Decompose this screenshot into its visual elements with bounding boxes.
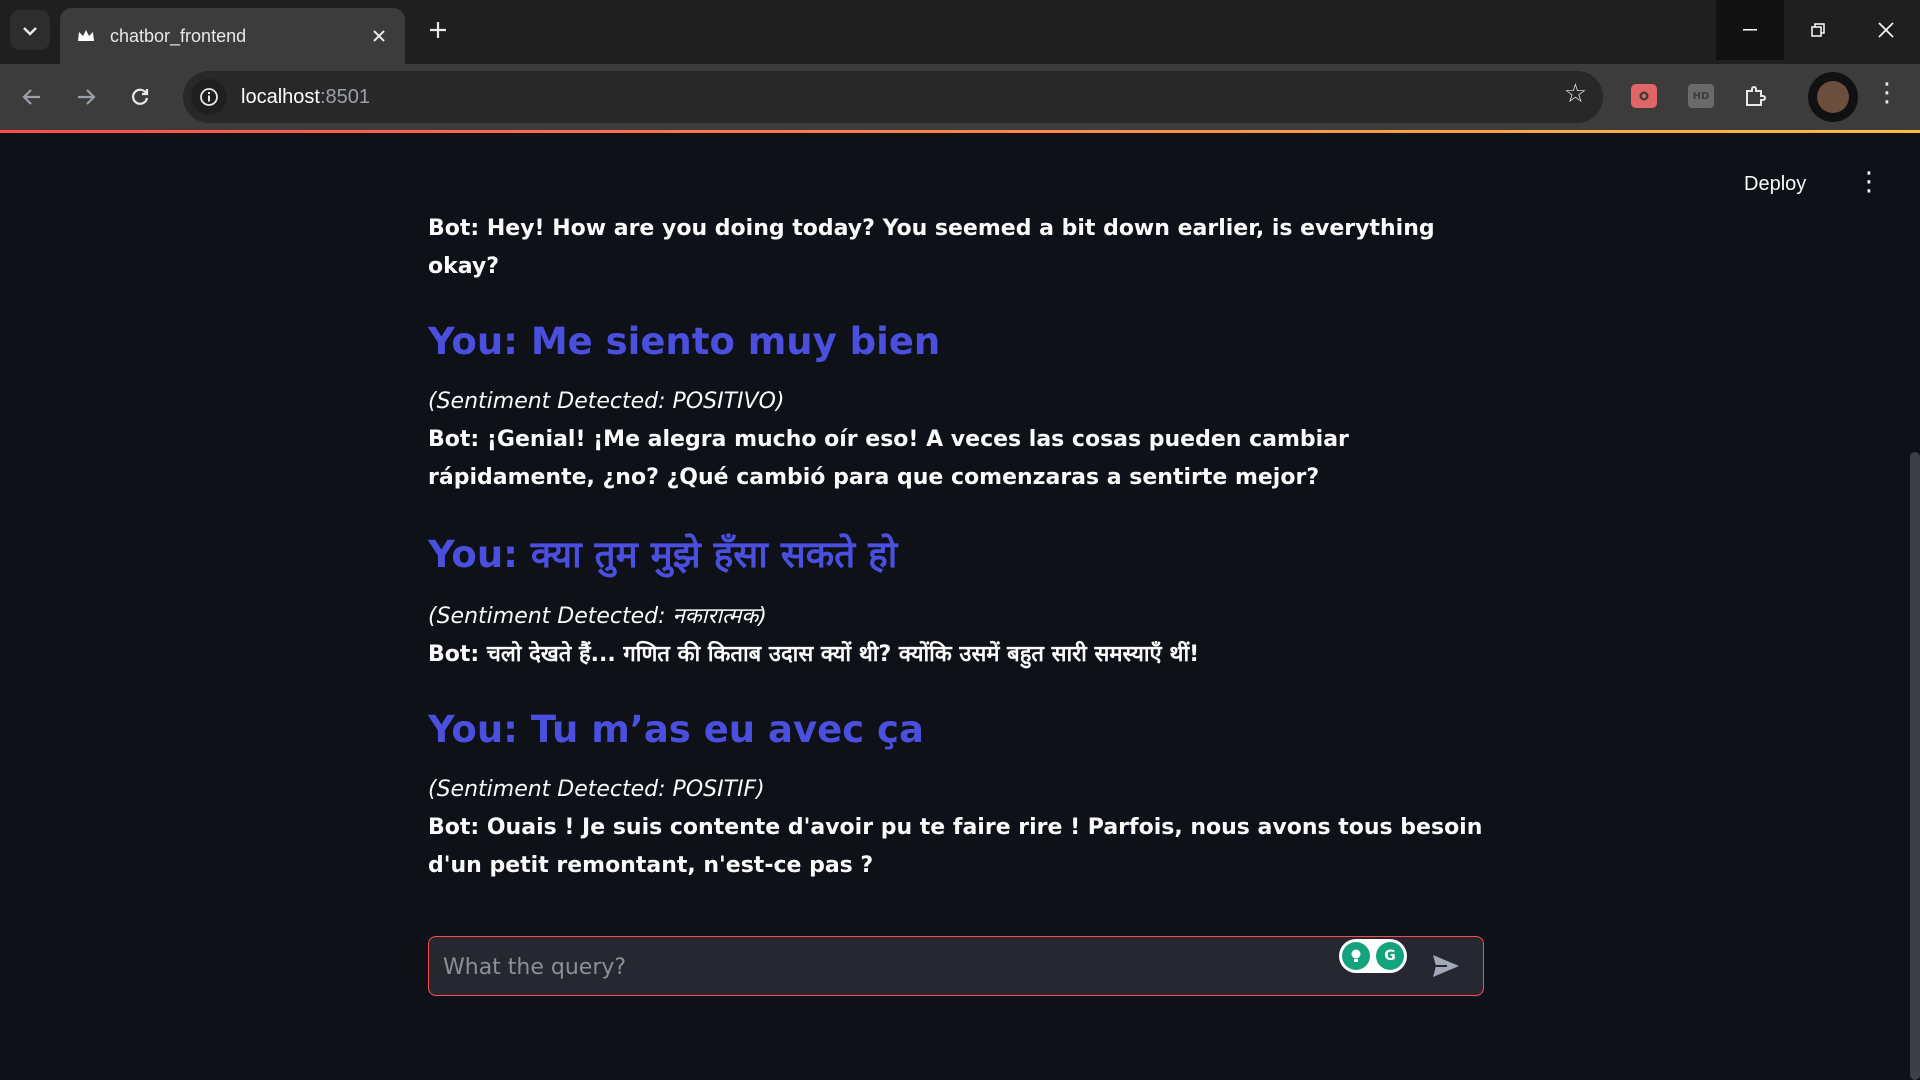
bot-message: Bot: चलो देखते हैं... गणित की किताब उदास… [428, 642, 1200, 667]
user-message: You: क्या तुम मुझे हँसा सकते हो [428, 533, 898, 576]
bulb-icon [1342, 942, 1370, 970]
arrow-left-icon [22, 89, 40, 105]
grammarly-widget[interactable]: G [1339, 939, 1407, 973]
browser-tab[interactable]: chatbor_frontend [60, 8, 405, 64]
sentiment-label: (Sentiment Detected: POSITIVO) [428, 389, 785, 414]
user-message: You: Tu m’as eu avec ça [428, 708, 924, 751]
restore-icon [1811, 23, 1825, 37]
send-icon [1433, 955, 1459, 977]
site-info-icon[interactable] [191, 79, 227, 115]
user-message: You: Me siento muy bien [428, 320, 941, 363]
plus-icon [430, 22, 446, 38]
bot-message: Bot: Ouais ! Je suis contente d'avoir pu… [428, 815, 1483, 878]
tab-search-button[interactable] [10, 10, 50, 50]
reload-button[interactable] [120, 77, 160, 117]
app-menu-icon[interactable]: ⋮ [1856, 167, 1882, 197]
bot-message: Bot: Hey! How are you doing today? You s… [428, 216, 1435, 279]
url-host: localhost [241, 85, 320, 108]
chat-area: Bot: Hey! How are you doing today? You s… [428, 210, 1484, 885]
sentiment-label: (Sentiment Detected: नकारात्मक) [428, 604, 767, 629]
back-button[interactable] [12, 77, 52, 117]
sentiment-label: (Sentiment Detected: POSITIF) [428, 777, 765, 802]
browser-menu-icon[interactable]: ⋮ [1874, 78, 1900, 108]
bot-message: Bot: ¡Genial! ¡Me alegra mucho oír eso! … [428, 427, 1349, 490]
restore-button[interactable] [1784, 0, 1852, 60]
close-window-button[interactable] [1852, 0, 1920, 60]
deploy-button[interactable]: Deploy [1744, 173, 1806, 196]
new-tab-button[interactable] [420, 12, 456, 48]
grammarly-icon: G [1376, 942, 1404, 970]
bookmark-star-icon[interactable]: ☆ [1564, 79, 1587, 109]
minimize-icon [1743, 29, 1757, 31]
hd-extension-icon[interactable]: HD [1688, 84, 1714, 108]
screen-recorder-extension-icon[interactable] [1631, 84, 1657, 108]
tab-title: chatbor_frontend [110, 25, 247, 46]
chat-input-box: G [428, 936, 1484, 997]
chevron-down-icon [23, 21, 37, 40]
close-icon [1878, 22, 1894, 38]
chat-input[interactable] [441, 937, 1345, 997]
scrollbar-thumb[interactable] [1910, 452, 1920, 1080]
window-controls [1716, 0, 1920, 60]
browser-titlebar: chatbor_frontend [0, 0, 1920, 64]
arrow-right-icon [78, 89, 96, 105]
forward-button[interactable] [66, 77, 106, 117]
browser-toolbar: localhost:8501 ☆ HD ⋮ [0, 64, 1920, 130]
close-tab-icon[interactable] [365, 22, 393, 50]
streamlit-crown-icon [76, 26, 96, 46]
app-header: Deploy ⋮ [0, 133, 1920, 203]
url-port: :8501 [319, 85, 370, 108]
avatar-image [1817, 81, 1849, 113]
send-button[interactable] [1429, 949, 1463, 983]
minimize-button[interactable] [1716, 0, 1784, 60]
address-bar[interactable]: localhost:8501 ☆ [183, 71, 1603, 123]
profile-avatar[interactable] [1808, 72, 1858, 122]
extensions-puzzle-icon[interactable] [1742, 84, 1768, 108]
reload-icon [132, 88, 149, 105]
